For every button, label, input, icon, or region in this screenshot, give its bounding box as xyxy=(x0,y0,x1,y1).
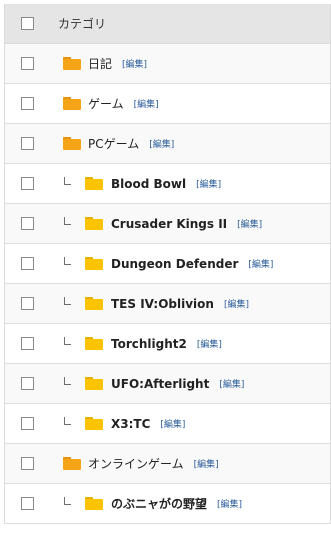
category-entry: のぶニャがの野望 [編集] xyxy=(64,495,242,512)
category-list: 日記 [編集] ゲーム [編集] PCゲーム [編集] Blood Bowl [… xyxy=(5,44,330,524)
edit-link[interactable]: [編集] xyxy=(196,177,221,190)
tree-branch-icon xyxy=(64,256,71,265)
category-entry: TES IV:Oblivion [編集] xyxy=(64,296,249,311)
category-name[interactable]: Torchlight2 xyxy=(111,337,187,351)
edit-link[interactable]: [編集] xyxy=(122,57,147,70)
category-row: ゲーム [編集] xyxy=(5,84,330,124)
tree-branch-icon xyxy=(64,496,71,505)
folder-icon xyxy=(85,217,103,230)
edit-link[interactable]: [編集] xyxy=(219,377,244,390)
category-entry: オンラインゲーム [編集] xyxy=(63,455,219,472)
row-checkbox[interactable] xyxy=(21,257,34,270)
category-name[interactable]: Crusader Kings II xyxy=(111,217,227,231)
category-column-header: カテゴリ xyxy=(58,17,107,31)
category-name[interactable]: のぶニャがの野望 xyxy=(111,495,207,512)
tree-branch-icon xyxy=(64,176,71,185)
category-row: オンラインゲーム [編集] xyxy=(5,444,330,484)
folder-icon xyxy=(63,457,81,470)
row-checkbox[interactable] xyxy=(21,297,34,310)
row-checkbox[interactable] xyxy=(21,497,34,510)
category-row: UFO:Afterlight [編集] xyxy=(5,364,330,404)
tree-branch-icon xyxy=(64,296,71,305)
category-name[interactable]: PCゲーム xyxy=(88,135,139,152)
row-checkbox[interactable] xyxy=(21,377,34,390)
edit-link[interactable]: [編集] xyxy=(160,417,185,430)
category-row: X3:TC [編集] xyxy=(5,404,330,444)
category-name[interactable]: Blood Bowl xyxy=(111,177,186,191)
row-checkbox[interactable] xyxy=(21,457,34,470)
category-row: のぶニャがの野望 [編集] xyxy=(5,484,330,524)
category-entry: Blood Bowl [編集] xyxy=(64,176,221,191)
edit-link[interactable]: [編集] xyxy=(197,337,222,350)
category-row: Crusader Kings II [編集] xyxy=(5,204,330,244)
folder-icon xyxy=(85,297,103,310)
tree-branch-icon xyxy=(64,416,71,425)
folder-icon xyxy=(63,97,81,110)
category-name[interactable]: TES IV:Oblivion xyxy=(111,297,214,311)
table-header: カテゴリ xyxy=(5,4,330,44)
category-table: カテゴリ 日記 [編集] ゲーム [編集] PCゲーム [編集] Blood B… xyxy=(4,4,331,524)
row-checkbox[interactable] xyxy=(21,217,34,230)
folder-icon xyxy=(85,417,103,430)
row-checkbox[interactable] xyxy=(21,177,34,190)
category-name[interactable]: 日記 xyxy=(88,55,112,72)
tree-branch-icon xyxy=(64,336,71,345)
row-checkbox[interactable] xyxy=(21,137,34,150)
folder-icon xyxy=(85,377,103,390)
category-row: TES IV:Oblivion [編集] xyxy=(5,284,330,324)
category-entry: 日記 [編集] xyxy=(63,55,147,72)
folder-icon xyxy=(63,57,81,70)
category-row: Dungeon Defender [編集] xyxy=(5,244,330,284)
edit-link[interactable]: [編集] xyxy=(224,297,249,310)
select-all-checkbox[interactable] xyxy=(21,17,34,30)
category-name[interactable]: Dungeon Defender xyxy=(111,257,238,271)
folder-icon xyxy=(63,137,81,150)
category-row: PCゲーム [編集] xyxy=(5,124,330,164)
category-name[interactable]: UFO:Afterlight xyxy=(111,377,209,391)
edit-link[interactable]: [編集] xyxy=(237,217,262,230)
row-checkbox[interactable] xyxy=(21,97,34,110)
folder-icon xyxy=(85,337,103,350)
edit-link[interactable]: [編集] xyxy=(194,457,219,470)
category-entry: X3:TC [編集] xyxy=(64,416,185,431)
category-name[interactable]: X3:TC xyxy=(111,417,150,431)
edit-link[interactable]: [編集] xyxy=(217,497,242,510)
edit-link[interactable]: [編集] xyxy=(248,257,273,270)
tree-branch-icon xyxy=(64,376,71,385)
category-name[interactable]: ゲーム xyxy=(88,95,124,112)
folder-icon xyxy=(85,257,103,270)
category-entry: Torchlight2 [編集] xyxy=(64,336,222,351)
category-entry: ゲーム [編集] xyxy=(63,95,159,112)
folder-icon xyxy=(85,497,103,510)
category-entry: Dungeon Defender [編集] xyxy=(64,256,273,271)
row-checkbox[interactable] xyxy=(21,337,34,350)
category-entry: PCゲーム [編集] xyxy=(63,135,174,152)
row-checkbox[interactable] xyxy=(21,57,34,70)
edit-link[interactable]: [編集] xyxy=(134,97,159,110)
category-entry: Crusader Kings II [編集] xyxy=(64,216,262,231)
category-entry: UFO:Afterlight [編集] xyxy=(64,376,244,391)
tree-branch-icon xyxy=(64,216,71,225)
category-row: Torchlight2 [編集] xyxy=(5,324,330,364)
category-row: 日記 [編集] xyxy=(5,44,330,84)
row-checkbox[interactable] xyxy=(21,417,34,430)
category-name[interactable]: オンラインゲーム xyxy=(88,455,184,472)
folder-icon xyxy=(85,177,103,190)
category-row: Blood Bowl [編集] xyxy=(5,164,330,204)
edit-link[interactable]: [編集] xyxy=(149,137,174,150)
